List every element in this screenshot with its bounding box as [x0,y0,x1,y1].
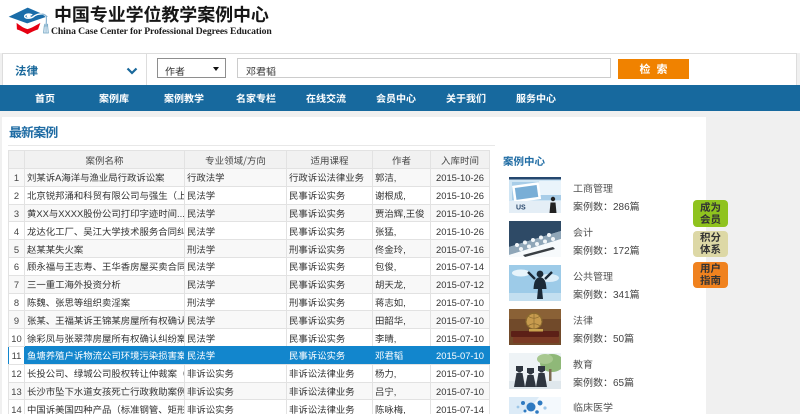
svg-text:US: US [516,205,526,212]
